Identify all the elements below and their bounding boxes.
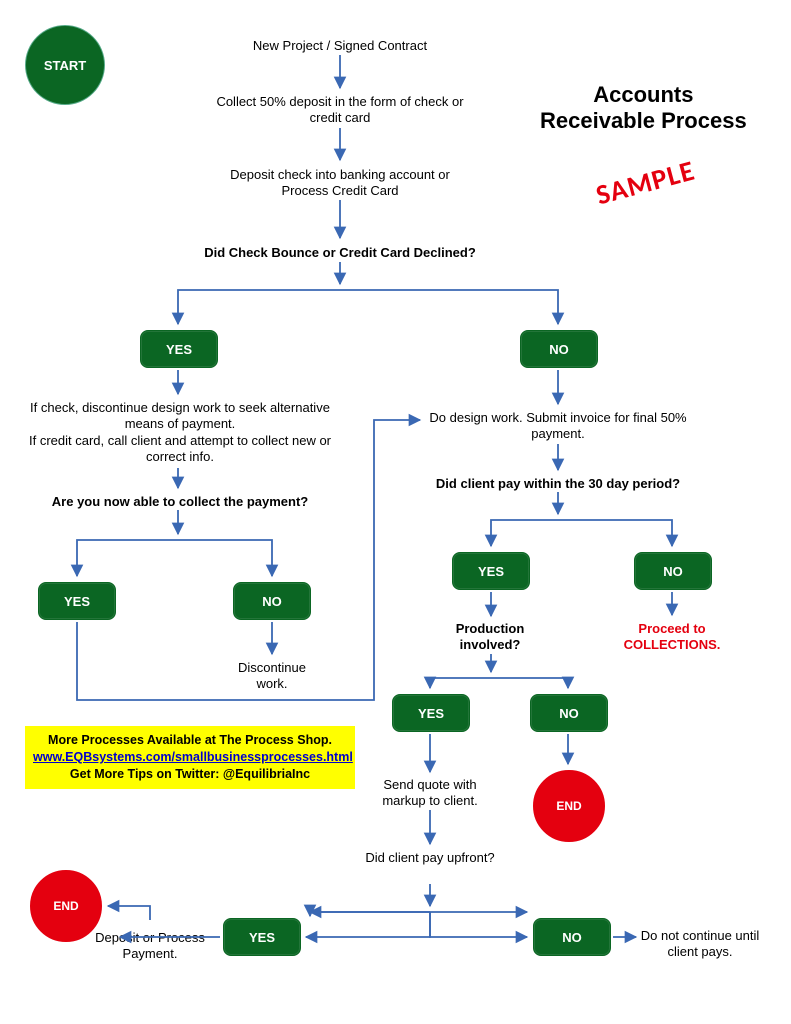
end-node-deposit: END [30, 870, 102, 942]
decision-pay-upfront: Did client pay upfront? [365, 850, 495, 866]
promo-line1: More Processes Available at The Process … [33, 732, 347, 749]
decision-pay-30day: Did client pay within the 30 day period? [408, 476, 708, 492]
start-node: START [26, 26, 104, 104]
flowchart-connectors [0, 0, 791, 1024]
collect-yes: YES [38, 582, 116, 620]
decision-bounce: Did Check Bounce or Credit Card Declined… [160, 245, 520, 261]
step-deposit-check: Deposit check into banking account or Pr… [210, 167, 470, 200]
production-yes: YES [392, 694, 470, 732]
sample-stamp: SAMPLE [592, 153, 698, 213]
pay30-yes: YES [452, 552, 530, 590]
bounce-no: NO [520, 330, 598, 368]
step-discontinue: Discontinue work. [222, 660, 322, 693]
bounce-yes: YES [140, 330, 218, 368]
promo-line3: Get More Tips on Twitter: @EquilibriaInc [33, 766, 347, 783]
pay30-no: NO [634, 552, 712, 590]
end-node-production: END [533, 770, 605, 842]
upfront-yes: YES [223, 918, 301, 956]
step-new-project: New Project / Signed Contract [210, 38, 470, 54]
step-send-quote: Send quote with markup to client. [360, 777, 500, 810]
step-do-not-continue: Do not continue until client pays. [635, 928, 765, 961]
promo-link[interactable]: www.EQBsystems.com/smallbusinessprocesse… [33, 750, 353, 764]
step-alternative-means: If check, discontinue design work to see… [20, 400, 340, 465]
step-collect-deposit: Collect 50% deposit in the form of check… [210, 94, 470, 127]
decision-production: Production involved? [435, 621, 545, 654]
step-do-design-work: Do design work. Submit invoice for final… [428, 410, 688, 443]
production-no: NO [530, 694, 608, 732]
step-collections: Proceed to COLLECTIONS. [612, 621, 732, 654]
promo-box: More Processes Available at The Process … [25, 726, 355, 789]
diagram-title: Accounts Receivable Process [540, 82, 747, 135]
step-deposit-payment: Deposit or Process Payment. [85, 930, 215, 963]
upfront-no: NO [533, 918, 611, 956]
collect-no: NO [233, 582, 311, 620]
decision-collect-now: Are you now able to collect the payment? [20, 494, 340, 510]
